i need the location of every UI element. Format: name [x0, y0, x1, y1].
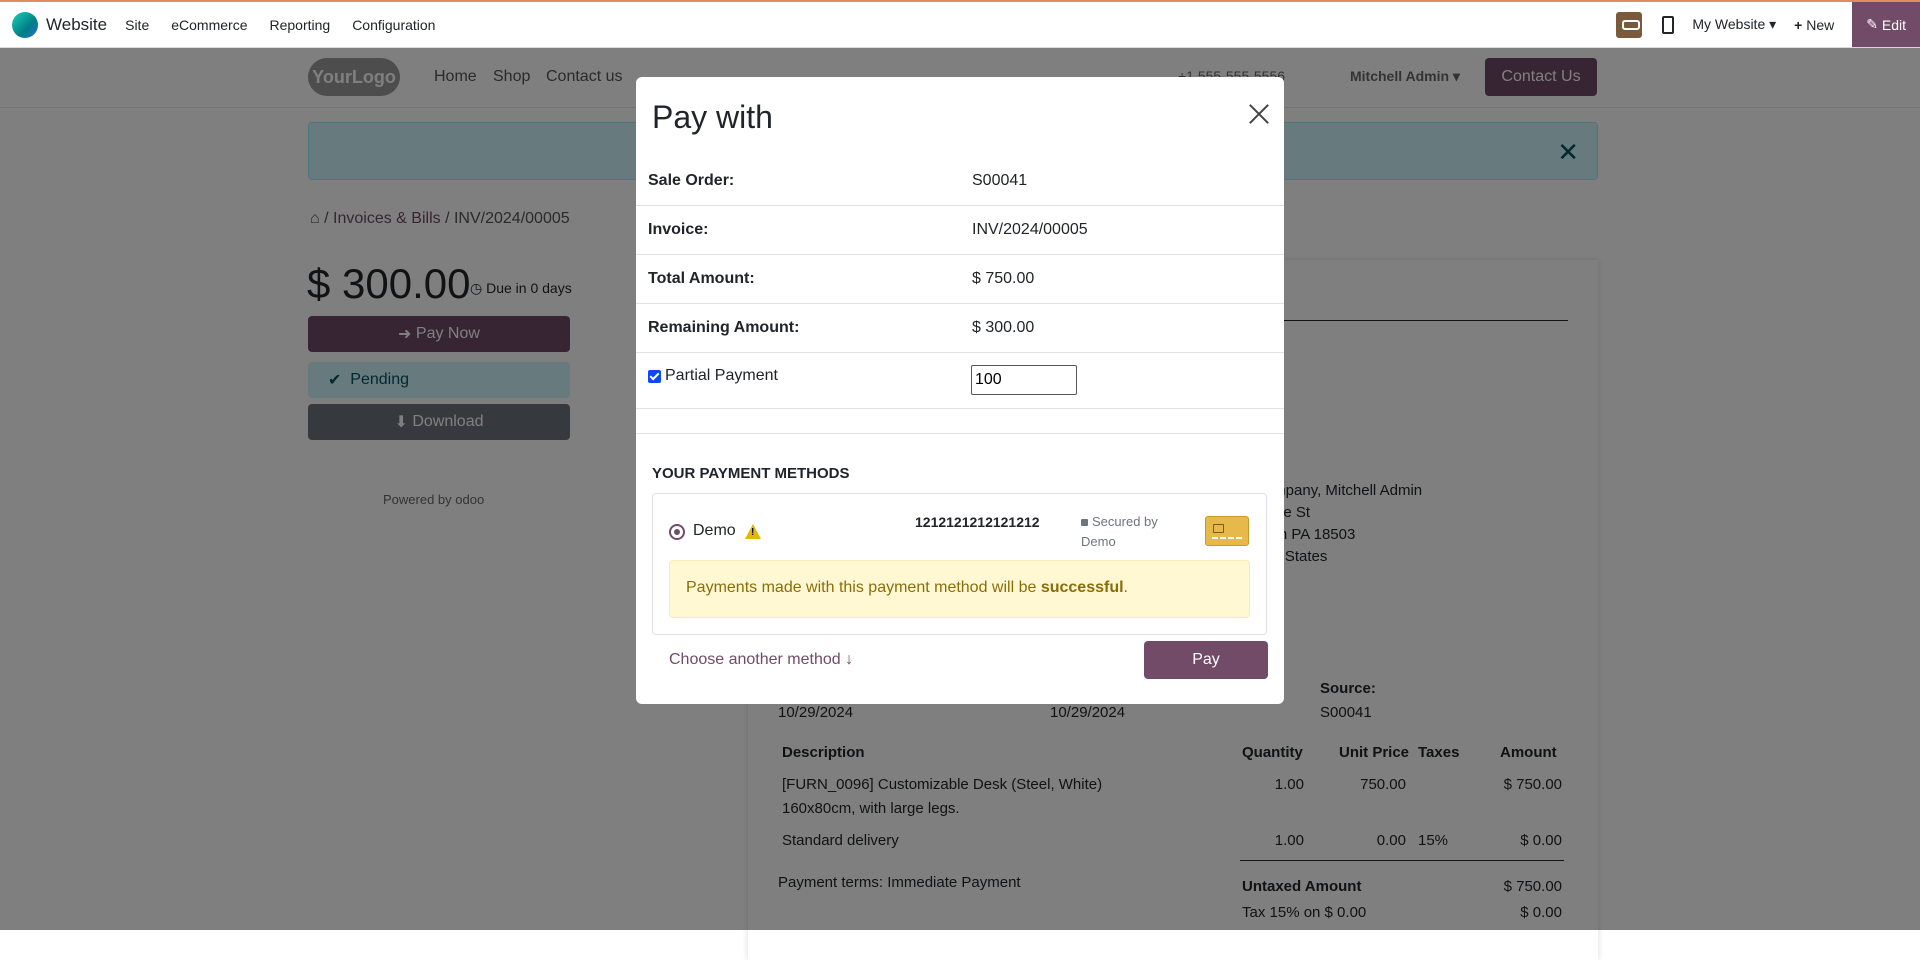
close-icon[interactable] — [1248, 103, 1270, 125]
secured-by: Secured by Demo — [1081, 512, 1171, 552]
remaining-amount-label: Remaining Amount: — [648, 319, 800, 336]
total-amount-label: Total Amount: — [648, 270, 755, 287]
secured-by-text: Secured by Demo — [1081, 514, 1158, 549]
menu-reporting[interactable]: Reporting — [269, 17, 330, 33]
payment-method-option[interactable]: Demo 1212121212121212 Secured by Demo Pa… — [652, 493, 1267, 635]
invoice-value: INV/2024/00005 — [972, 221, 1088, 238]
payment-method-name[interactable]: Demo — [693, 522, 736, 540]
menu-site[interactable]: Site — [125, 17, 149, 33]
new-button[interactable]: + New — [1794, 17, 1834, 33]
website-selector-label: My Website — [1692, 16, 1766, 32]
mobile-preview-icon[interactable] — [1662, 15, 1675, 34]
sale-order-label: Sale Order: — [648, 172, 735, 189]
partial-amount-input[interactable] — [971, 365, 1077, 395]
notice-text: Payments made with this payment method w… — [686, 579, 1041, 596]
total-amount-value: $ 750.00 — [972, 270, 1035, 287]
admin-navbar: Website Site eCommerce Reporting Configu… — [0, 0, 1920, 48]
menu-ecommerce[interactable]: eCommerce — [171, 17, 247, 33]
user-avatar[interactable] — [1616, 11, 1643, 38]
menu-configuration[interactable]: Configuration — [352, 17, 435, 33]
website-selector[interactable]: My Website ▾ — [1692, 16, 1776, 33]
partial-payment-label[interactable]: Partial Payment — [665, 367, 778, 385]
lock-icon — [1081, 519, 1088, 526]
spacer-row — [636, 409, 1284, 434]
remaining-amount-value: $ 300.00 — [972, 319, 1035, 336]
invoice-label: Invoice: — [648, 221, 709, 238]
payment-methods-title: YOUR PAYMENT METHODS — [652, 465, 850, 482]
edit-button[interactable]: ✎ Edit — [1852, 2, 1920, 47]
sale-order-value: S00041 — [972, 172, 1028, 189]
app-switcher[interactable]: Website — [12, 11, 108, 38]
app-name: Website — [46, 14, 108, 34]
card-number: 1212121212121212 — [915, 514, 1040, 530]
notice-suffix: . — [1123, 579, 1128, 596]
invoice-row: Invoice: INV/2024/00005 — [636, 206, 1284, 255]
warning-icon — [745, 524, 761, 539]
pencil-icon: ✎ — [1866, 16, 1882, 32]
total-amount-row: Total Amount: $ 750.00 — [636, 255, 1284, 304]
notice-bold: successful — [1040, 579, 1124, 596]
credit-card-icon — [1205, 516, 1249, 546]
arrow-down-icon: ↓ — [845, 651, 854, 668]
partial-payment-checkbox[interactable] — [648, 370, 661, 383]
sale-order-row: Sale Order: S00041 — [636, 157, 1284, 206]
dialog-title: Pay with — [652, 99, 773, 135]
partial-payment-row: Partial Payment — [636, 353, 1284, 409]
payment-method-radio[interactable] — [669, 524, 685, 540]
pay-with-dialog: Pay with Sale Order: S00041 Invoice: INV… — [636, 77, 1284, 704]
choose-another-method-link[interactable]: Choose another method ↓ — [669, 651, 853, 669]
plus-icon: + — [1794, 16, 1803, 33]
choose-another-label: Choose another method — [669, 651, 841, 668]
remaining-amount-row: Remaining Amount: $ 300.00 — [636, 304, 1284, 353]
pay-button[interactable]: Pay — [1144, 641, 1268, 679]
new-label: New — [1806, 16, 1835, 33]
edit-label: Edit — [1881, 16, 1906, 33]
demo-notice: Payments made with this payment method w… — [669, 560, 1250, 618]
website-app-icon — [12, 11, 38, 38]
